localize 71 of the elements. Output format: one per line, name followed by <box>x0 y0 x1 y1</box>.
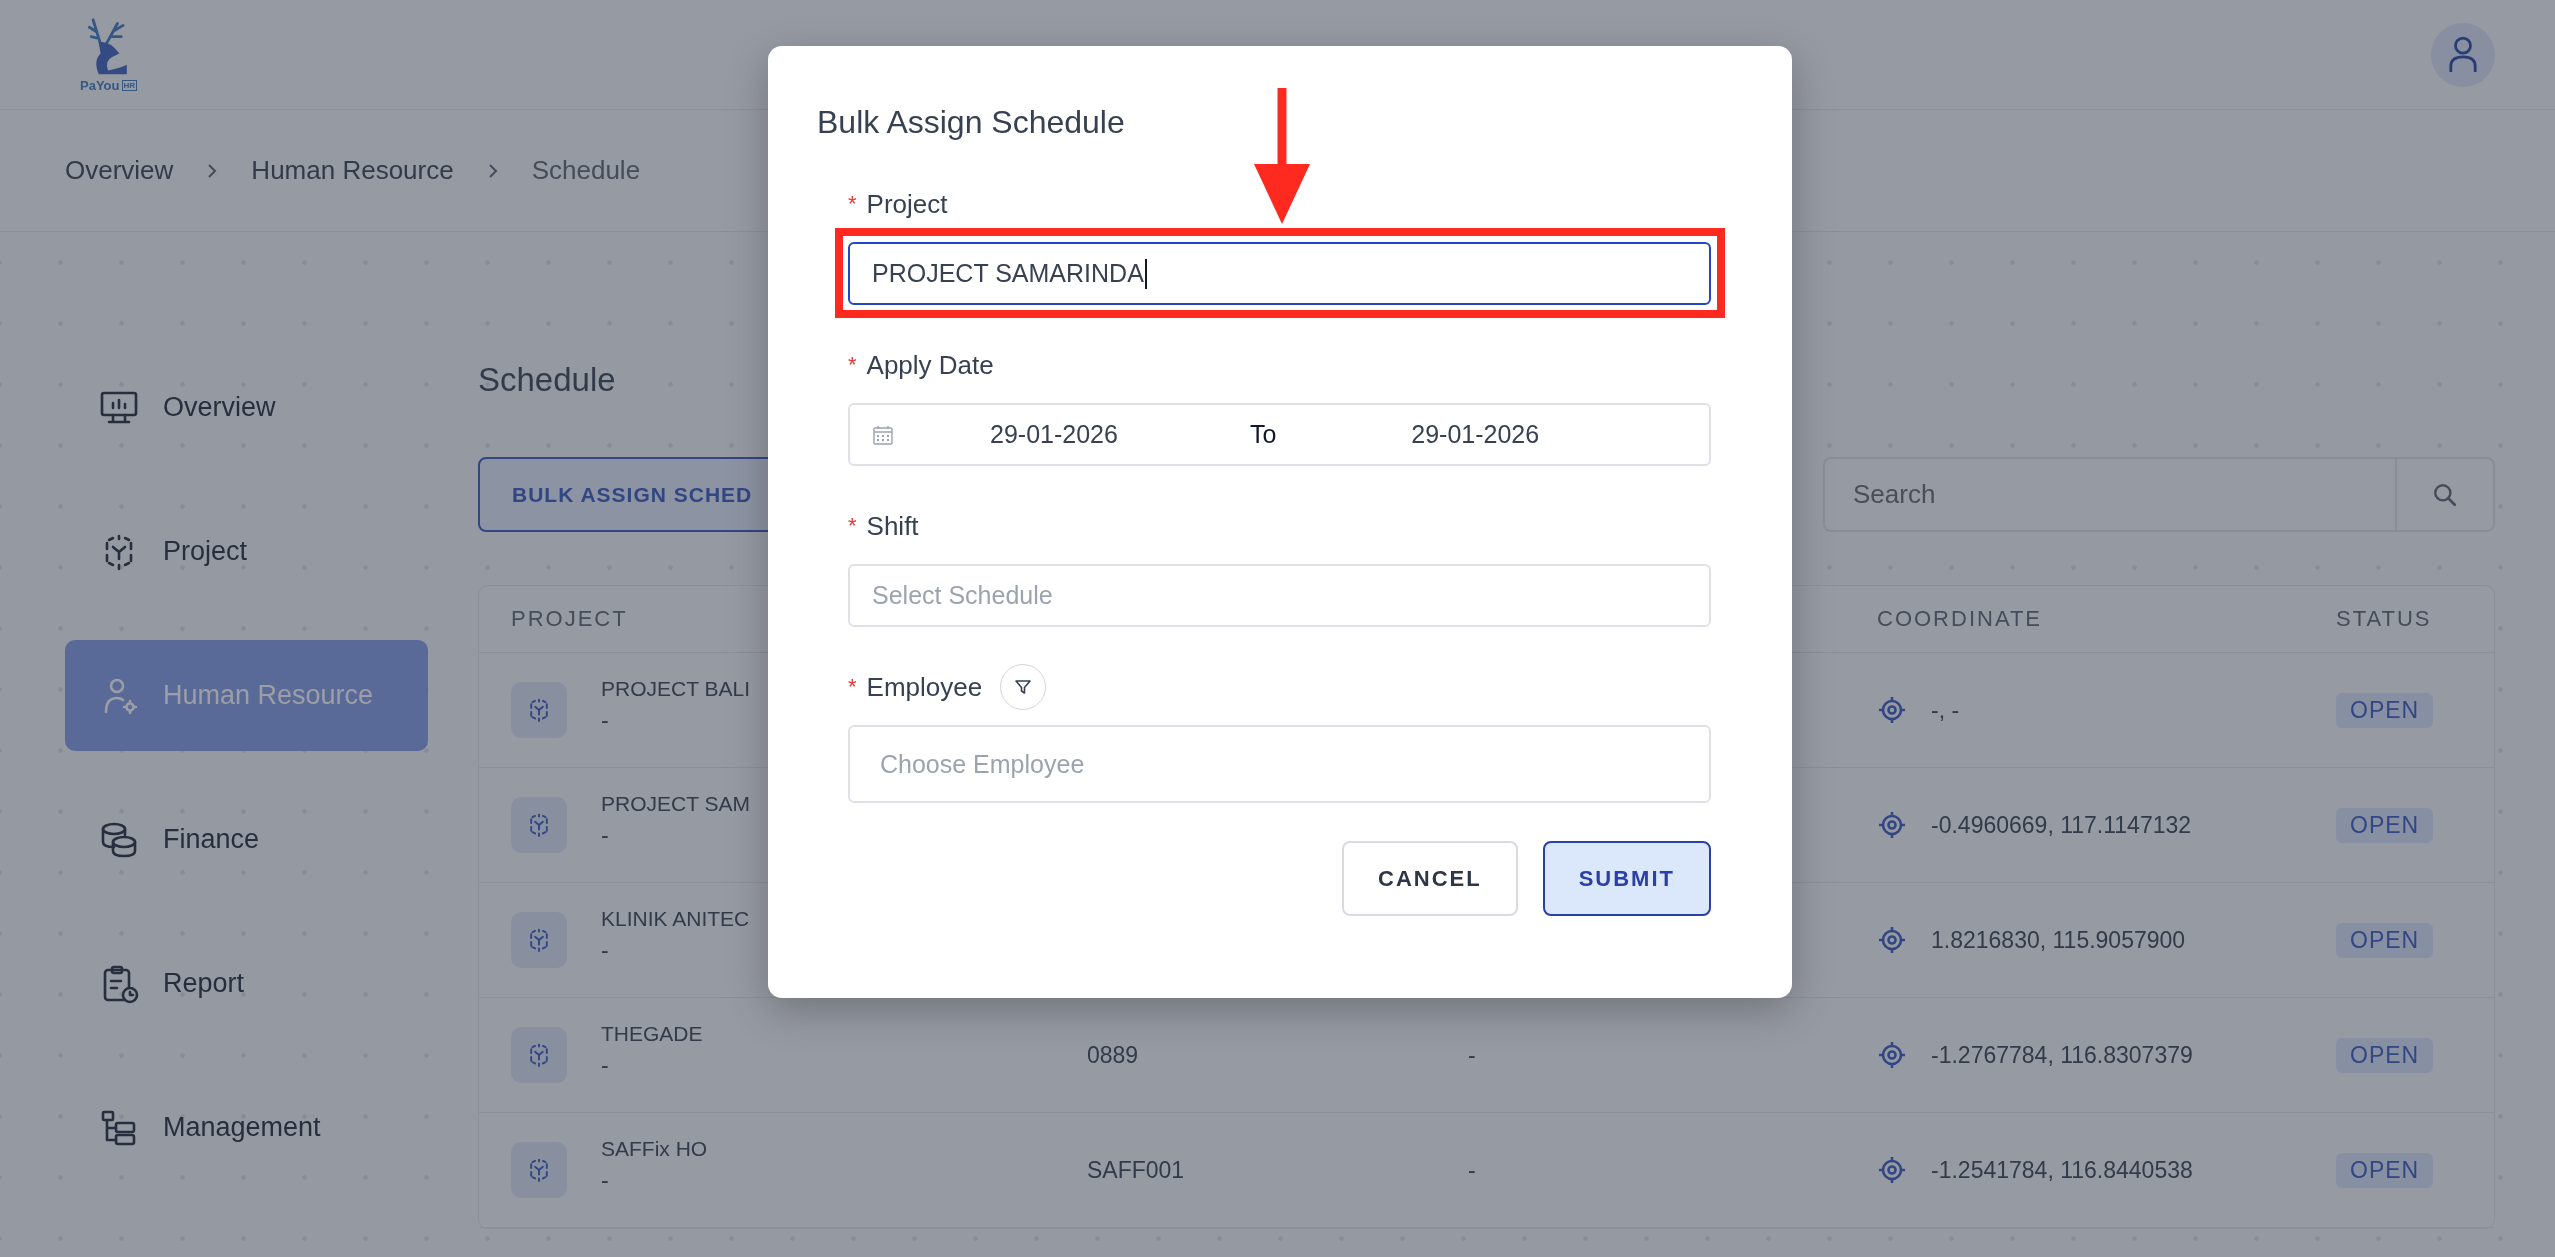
select-field[interactable]: Select Schedule <box>848 564 1711 627</box>
project-icon <box>511 797 567 853</box>
breadcrumb-link[interactable]: Human Resource <box>251 155 454 186</box>
coordinate-text: -, - <box>1931 696 1960 724</box>
project-subtitle: - <box>601 821 610 849</box>
project-icon <box>511 1142 567 1198</box>
target-icon <box>1877 695 1907 725</box>
sidebar-item[interactable]: Project <box>65 496 428 607</box>
logo[interactable]: PaYou HR <box>80 16 138 93</box>
field-label: Apply Date <box>866 349 994 381</box>
target-icon <box>1877 810 1907 840</box>
column-header: PROJECT <box>510 606 629 632</box>
calendar-icon <box>872 423 894 446</box>
sidebar-item[interactable]: Finance <box>65 784 428 895</box>
status-tag: OPEN <box>2336 922 2434 958</box>
project-icon <box>511 1027 567 1083</box>
table-cell: - <box>1468 1156 1476 1184</box>
user-icon <box>2448 35 2478 74</box>
project-subtitle: - <box>601 936 610 964</box>
project-name: PROJECT SAM <box>601 791 750 816</box>
coordinate-text: -1.2767784, 116.8307379 <box>1931 1041 2193 1069</box>
date-range-field[interactable]: 29-01-2026 To 29-01-2026 <box>848 403 1711 466</box>
page-title: Schedule <box>478 360 616 400</box>
required-mark: * <box>848 191 857 217</box>
project-icon <box>511 912 567 968</box>
coordinate-text: 1.8216830, 115.9057900 <box>1931 926 2186 954</box>
project-name: PROJECT BALI <box>601 676 750 701</box>
logo-badge: HR <box>121 80 138 91</box>
project-subtitle: - <box>601 706 610 734</box>
required-mark: * <box>848 513 857 539</box>
project-name: THEGADE <box>601 1021 703 1046</box>
sidebar-item[interactable]: Report <box>65 928 428 1039</box>
column-header: COORDINATE <box>1876 606 2044 632</box>
breadcrumb-link[interactable]: Schedule <box>531 155 641 186</box>
table-cell: - <box>1468 1041 1476 1069</box>
field-label: Shift <box>866 510 919 542</box>
filter-icon <box>1013 677 1034 697</box>
coordinate-text: -1.2541784, 116.8440538 <box>1931 1156 2193 1184</box>
table-cell: 0889 <box>1087 1041 1139 1069</box>
project-subtitle: - <box>601 1166 610 1194</box>
status-tag: OPEN <box>2336 692 2434 728</box>
project-name: SAFFix HO <box>601 1136 708 1161</box>
field-label: Employee <box>866 671 983 703</box>
status-tag: OPEN <box>2336 807 2434 843</box>
field-label: Project <box>866 188 948 220</box>
sidebar-item[interactable]: Overview <box>65 352 428 463</box>
submit-button[interactable]: SUBMIT <box>1542 841 1711 916</box>
column-header: STATUS <box>2335 606 2433 632</box>
status-tag: OPEN <box>2336 1152 2434 1188</box>
status-tag: OPEN <box>2336 1037 2434 1073</box>
required-mark: * <box>848 352 857 378</box>
select-field[interactable]: Choose Employee <box>848 725 1711 803</box>
search-field[interactable]: Search <box>1823 457 2395 532</box>
table-cell: SAFF001 <box>1087 1156 1185 1184</box>
target-icon <box>1877 1155 1907 1185</box>
chevron-right-icon <box>487 162 498 179</box>
breadcrumb-link[interactable]: Overview <box>65 155 174 186</box>
required-mark: * <box>848 674 857 700</box>
target-icon <box>1877 1040 1907 1070</box>
logo-text: PaYou <box>80 78 120 93</box>
sidebar-item[interactable]: Management <box>65 1072 428 1183</box>
project-subtitle: - <box>601 1051 610 1079</box>
chevron-right-icon <box>207 162 218 179</box>
search-icon <box>2432 481 2458 508</box>
project-field[interactable]: PROJECT SAMARINDA <box>848 242 1711 305</box>
project-name: KLINIK ANITEC <box>601 906 750 931</box>
cancel-button[interactable]: CANCEL <box>1342 841 1518 916</box>
project-icon <box>511 682 567 738</box>
dialog-title: Bulk Assign Schedule <box>817 103 1126 142</box>
coordinate-text: -0.4960669, 117.1147132 <box>1931 811 2192 839</box>
target-icon <box>1877 925 1907 955</box>
